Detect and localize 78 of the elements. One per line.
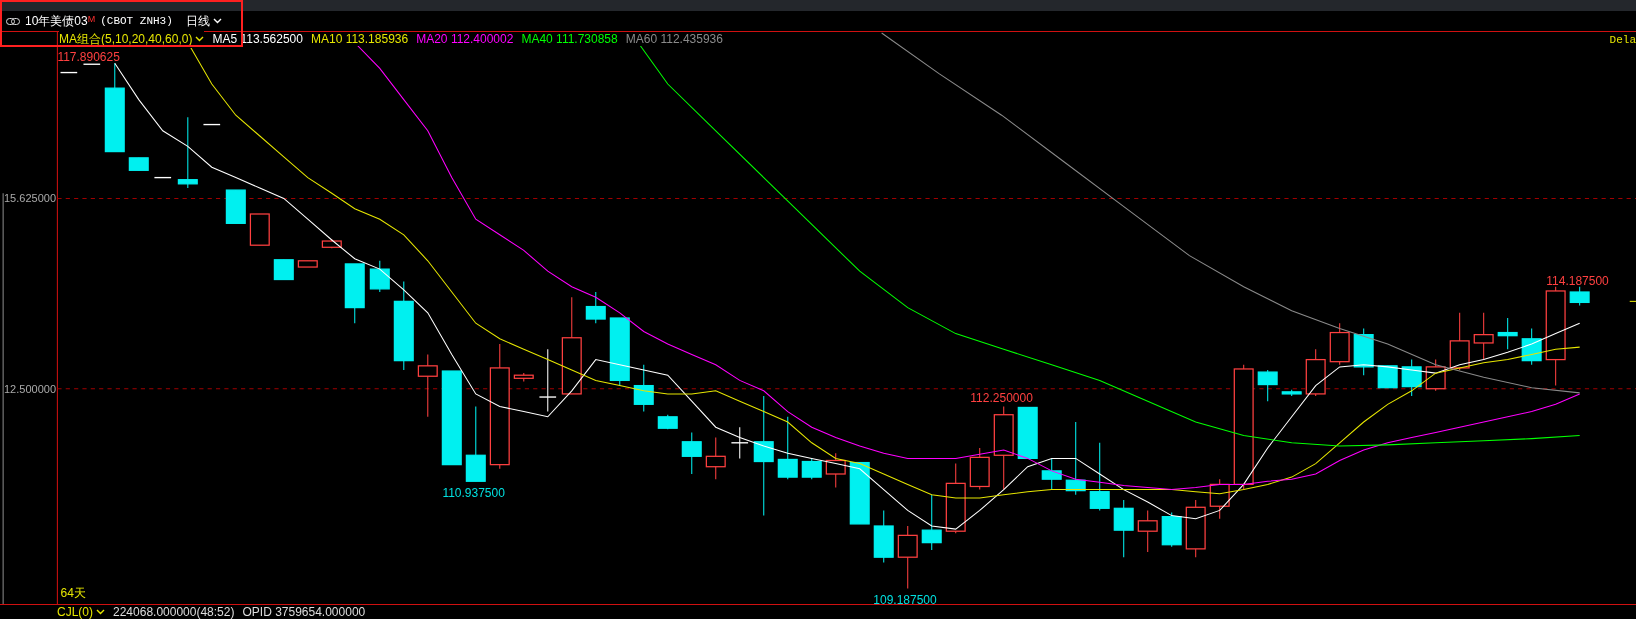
candlestick: [128, 157, 149, 171]
ma-value: MA10 113.185936: [310, 32, 409, 46]
candlestick: [225, 189, 246, 224]
candlestick: [1113, 499, 1134, 558]
candlestick: [897, 525, 918, 589]
candlestick: [417, 353, 438, 418]
candlestick: [1569, 286, 1590, 307]
link-icon[interactable]: [6, 17, 20, 25]
ma-value: MA60 112.435936: [625, 32, 723, 46]
candlestick: [1329, 322, 1350, 366]
candlestick: [730, 426, 749, 459]
price-marker: [1629, 300, 1636, 302]
candlestick: [777, 416, 798, 480]
candlestick: [1425, 359, 1446, 392]
candlestick: [82, 63, 101, 65]
price-label: 114.187500: [1546, 274, 1609, 289]
candlestick: [633, 364, 654, 413]
candlestick: [705, 437, 726, 480]
candlestick: [273, 259, 294, 281]
candlestick: [969, 447, 990, 491]
candlestick: [1137, 509, 1158, 553]
candlestick: [1185, 499, 1206, 558]
candlestick: [513, 372, 534, 382]
candlestick: [1305, 348, 1326, 397]
price-label: 117.890625: [57, 49, 120, 64]
candlestick: [1281, 389, 1302, 397]
chevron-down-icon: [212, 18, 222, 24]
opid-value: OPID 3759654.000000: [242, 605, 366, 619]
chevron-down-icon: [96, 609, 105, 615]
candlestick: [825, 452, 846, 489]
symbol-marker: M: [87, 14, 96, 24]
candlestick: [1473, 312, 1494, 361]
candlestick: [344, 263, 365, 324]
symbol-name: 10年美债03: [25, 12, 88, 30]
days-label: 64天: [60, 586, 86, 600]
candlestick: [657, 414, 678, 430]
candlestick: [801, 457, 822, 480]
candlestick: [921, 494, 942, 551]
candlestick: [297, 260, 318, 268]
candlestick: [1521, 327, 1542, 366]
candlestick: [153, 176, 172, 179]
candlestick: [1041, 457, 1062, 491]
candlestick: [202, 123, 221, 126]
candlestick: [1449, 312, 1470, 371]
candlestick: [681, 431, 702, 475]
price-axis-label: 12.500000: [4, 382, 56, 395]
candlestick: [538, 348, 557, 413]
candlestick: [321, 238, 342, 249]
delay-label: Dela: [1609, 34, 1636, 46]
candlestick: [1401, 359, 1422, 397]
candlestick: [609, 317, 630, 387]
candlestick: [945, 463, 966, 534]
price-label: 112.250000: [970, 390, 1033, 405]
candlestick: [1353, 327, 1374, 376]
ma-value: MA5 113.562500: [212, 32, 303, 46]
volume-selector[interactable]: CJL(0): [57, 605, 105, 619]
ma-value: MA20 112.400002: [416, 32, 514, 46]
candlestick: [873, 509, 894, 563]
candlestick: [1209, 478, 1230, 520]
candlestick: [1017, 406, 1038, 460]
candlestick: [849, 461, 870, 525]
price-axis-label: 15.625000: [4, 191, 56, 204]
candlestick: [1089, 442, 1110, 511]
candlestick: [1497, 317, 1518, 350]
price-label: 109.187500: [873, 593, 937, 608]
candlestick: [59, 71, 78, 74]
candlestick: [369, 260, 390, 293]
candlestick: [585, 291, 606, 324]
candlestick: [1377, 365, 1398, 389]
symbol-code: (CBOT ZNH3): [100, 15, 173, 27]
period-selector[interactable]: 日线: [185, 12, 222, 30]
candlestick: [1161, 511, 1182, 548]
candlestick: [1257, 369, 1278, 402]
ma-value: MA40 111.730858: [521, 32, 618, 46]
volume-value: 224068.000000(48:52): [113, 605, 235, 619]
chevron-down-icon: [195, 36, 205, 42]
candlestick: [249, 213, 270, 246]
price-label: 110.937500: [442, 485, 505, 500]
